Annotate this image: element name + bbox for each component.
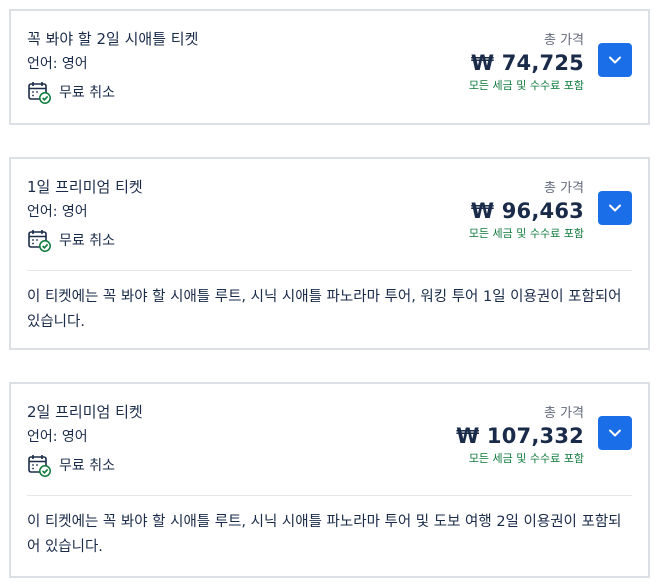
total-price-label: 총 가격 — [543, 406, 584, 421]
chevron-down-icon — [607, 200, 623, 216]
calendar-check-icon — [27, 453, 51, 477]
ticket-title: 2일 프리미엄 티켓 — [27, 403, 143, 421]
expand-button[interactable] — [598, 191, 632, 225]
free-cancellation: 무료 취소 — [27, 453, 115, 477]
free-cancellation: 무료 취소 — [27, 80, 115, 104]
calendar-check-icon — [27, 80, 51, 104]
ticket-language: 언어: 영어 — [27, 56, 88, 72]
free-cancellation: 무료 취소 — [27, 228, 115, 252]
price-note: 모든 세금 및 수수료 포함 — [468, 79, 584, 92]
total-price: ₩ 107,332 — [456, 424, 584, 448]
calendar-check-icon — [27, 228, 51, 252]
ticket-language: 언어: 영어 — [27, 429, 88, 445]
free-cancellation-label: 무료 취소 — [59, 85, 115, 101]
ticket-card: 꼭 봐야 할 2일 시애틀 티켓 언어: 영어 무료 취소 총 가격 ₩ 74,… — [9, 9, 650, 125]
total-price: ₩ 96,463 — [470, 199, 584, 223]
free-cancellation-label: 무료 취소 — [59, 458, 115, 474]
total-price-label: 총 가격 — [543, 181, 584, 196]
ticket-card-header: 1일 프리미엄 티켓 언어: 영어 무료 취소 총 가격 ₩ 96,463 모든… — [11, 159, 648, 270]
chevron-down-icon — [607, 425, 623, 441]
ticket-card: 2일 프리미엄 티켓 언어: 영어 무료 취소 총 가격 ₩ 107,332 모… — [9, 382, 650, 578]
price-box: 총 가격 ₩ 96,463 모든 세금 및 수수료 포함 — [469, 177, 584, 241]
ticket-title: 1일 프리미엄 티켓 — [27, 178, 143, 196]
expand-button[interactable] — [598, 416, 632, 450]
price-note: 모든 세금 및 수수료 포함 — [468, 227, 584, 240]
ticket-description: 이 티켓에는 꼭 봐야 할 시애틀 루트, 시닉 시애틀 파노라마 투어, 워킹… — [27, 289, 622, 330]
divider — [27, 495, 632, 496]
divider — [27, 270, 632, 271]
total-price-label: 총 가격 — [543, 33, 584, 48]
ticket-description: 이 티켓에는 꼭 봐야 할 시애틀 루트, 시닉 시애틀 파노라마 투어 및 도… — [27, 514, 622, 555]
chevron-down-icon — [607, 52, 623, 68]
ticket-card: 1일 프리미엄 티켓 언어: 영어 무료 취소 총 가격 ₩ 96,463 모든… — [9, 157, 650, 350]
ticket-language: 언어: 영어 — [27, 204, 88, 220]
ticket-card-header: 꼭 봐야 할 2일 시애틀 티켓 언어: 영어 무료 취소 총 가격 ₩ 74,… — [11, 11, 648, 122]
price-box: 총 가격 ₩ 107,332 모든 세금 및 수수료 포함 — [456, 402, 584, 466]
free-cancellation-label: 무료 취소 — [59, 233, 115, 249]
price-note: 모든 세금 및 수수료 포함 — [468, 452, 584, 465]
ticket-card-header: 2일 프리미엄 티켓 언어: 영어 무료 취소 총 가격 ₩ 107,332 모… — [11, 384, 648, 495]
ticket-title: 꼭 봐야 할 2일 시애틀 티켓 — [27, 30, 199, 48]
expand-button[interactable] — [598, 43, 632, 77]
price-box: 총 가격 ₩ 74,725 모든 세금 및 수수료 포함 — [469, 29, 584, 93]
total-price: ₩ 74,725 — [470, 51, 584, 75]
